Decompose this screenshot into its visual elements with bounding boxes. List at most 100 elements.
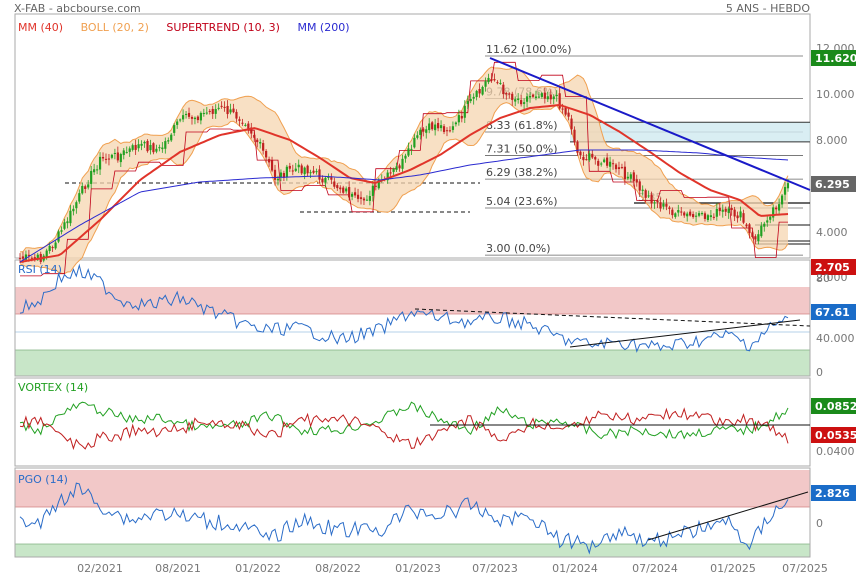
candle-body <box>419 129 422 135</box>
candle-body <box>745 224 748 227</box>
candle-body <box>253 134 256 138</box>
candle-body <box>715 208 718 217</box>
candle-body <box>101 156 105 159</box>
candle-body <box>478 88 481 94</box>
candle-body <box>653 202 656 204</box>
candle-body <box>463 105 466 118</box>
candle-body <box>78 193 81 202</box>
candle-body <box>546 96 549 100</box>
x-tick-label: 01/2024 <box>552 562 598 575</box>
candle-body <box>149 145 152 151</box>
candle-body <box>113 152 116 154</box>
candle-body <box>238 119 241 121</box>
candle-body <box>460 115 463 119</box>
candle-body <box>81 185 84 194</box>
candle-body <box>294 168 297 171</box>
candle-body <box>211 108 214 114</box>
candle-body <box>457 115 460 123</box>
candle-body <box>164 141 167 149</box>
candle-body <box>422 128 425 132</box>
source-title: X-FAB - abcbourse.com <box>14 2 141 15</box>
period-title: 5 ANS - HEBDO <box>725 2 810 15</box>
x-tick-label: 01/2022 <box>235 562 281 575</box>
price-legend: MM (40) BOLL (20, 2) SUPERTREND (10, 3) … <box>18 21 364 34</box>
candle-body <box>196 116 200 121</box>
price-y-tick: 10.000 <box>816 88 855 101</box>
rsi-y-tick: 80 <box>816 272 830 285</box>
candle-body <box>780 195 784 205</box>
candle-body <box>371 185 374 196</box>
candle-body <box>365 199 369 201</box>
candle-body <box>72 208 75 212</box>
candle-body <box>603 159 606 163</box>
rsi-legend: RSI (14) <box>18 263 62 276</box>
price-y-tick: 4.000 <box>816 226 848 239</box>
candle-body <box>66 221 69 224</box>
candle-body <box>454 122 457 125</box>
candle-body <box>265 150 268 158</box>
candle-body <box>786 183 790 189</box>
candle-body <box>585 159 588 161</box>
candle-body <box>674 213 677 217</box>
candle-body <box>448 130 452 132</box>
candle-body <box>93 169 96 173</box>
candle-body <box>751 232 754 237</box>
rsi-oversold-zone <box>15 350 810 376</box>
candle-body <box>288 165 291 169</box>
candle-body <box>766 220 769 223</box>
rsi-overbought-zone <box>15 287 810 314</box>
candle-body <box>502 84 505 95</box>
candle-body <box>638 181 641 191</box>
vortex-y-tick: 0.0400 <box>816 445 855 458</box>
candle-body <box>312 170 315 173</box>
candle-body <box>439 125 443 129</box>
candle-body <box>611 163 615 165</box>
candle-body <box>588 153 591 161</box>
candle-body <box>534 96 538 99</box>
candle-body <box>259 142 262 144</box>
candle-body <box>694 215 698 217</box>
candle-body <box>57 231 60 242</box>
tag-pgo-label: 2.826 <box>815 487 850 500</box>
candle-body <box>303 167 306 175</box>
candle-body <box>184 113 188 115</box>
candle-body <box>125 152 128 154</box>
x-tick-label: 01/2023 <box>395 562 441 575</box>
x-tick-label: 08/2022 <box>315 562 361 575</box>
candle-body <box>161 147 164 150</box>
candle-body <box>98 156 102 170</box>
candle-body <box>223 106 226 108</box>
candle-body <box>650 194 653 204</box>
candle-body <box>146 140 149 152</box>
candle-body <box>413 137 416 148</box>
candle-body <box>179 119 182 121</box>
candle-body <box>579 151 582 156</box>
candle-body <box>493 79 496 81</box>
candle-body <box>306 165 309 174</box>
candle-body <box>525 96 529 102</box>
candle-body <box>229 109 232 113</box>
candle-body <box>193 117 197 120</box>
candle-body <box>617 167 621 169</box>
candle-body <box>487 77 490 83</box>
x-tick-label: 07/2025 <box>782 562 828 575</box>
candle-body <box>594 157 597 160</box>
candle-body <box>128 148 131 152</box>
candle-body <box>582 156 585 161</box>
candle-body <box>635 179 638 183</box>
candle-body <box>368 196 371 201</box>
candle-body <box>176 121 179 125</box>
candle-body <box>742 213 745 223</box>
candle-body <box>339 187 342 190</box>
candle-body <box>434 124 437 131</box>
candle-body <box>540 93 543 97</box>
candle-body <box>152 143 155 153</box>
candle-body <box>374 185 377 187</box>
candle-body <box>442 126 446 132</box>
candle-body <box>187 112 191 117</box>
candle-body <box>330 177 333 180</box>
candle-body <box>748 224 751 234</box>
candle-body <box>697 213 701 216</box>
candle-body <box>620 167 624 169</box>
candle-body <box>51 247 54 249</box>
